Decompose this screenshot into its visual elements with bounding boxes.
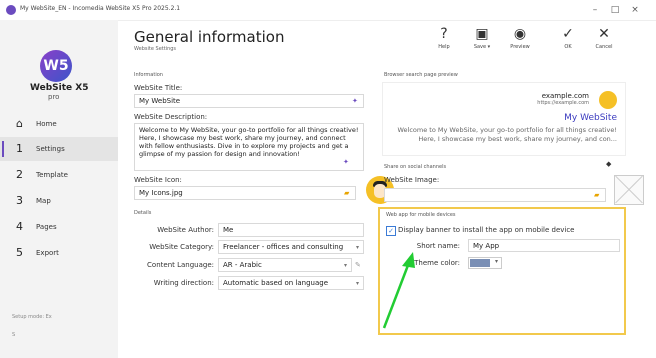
app-window: My WebSite_EN - Incomedia WebSite X5 Pro… [0, 0, 656, 358]
arrow-shaft [382, 259, 412, 329]
annotation-arrow [382, 252, 415, 329]
arrow-head [402, 252, 415, 268]
